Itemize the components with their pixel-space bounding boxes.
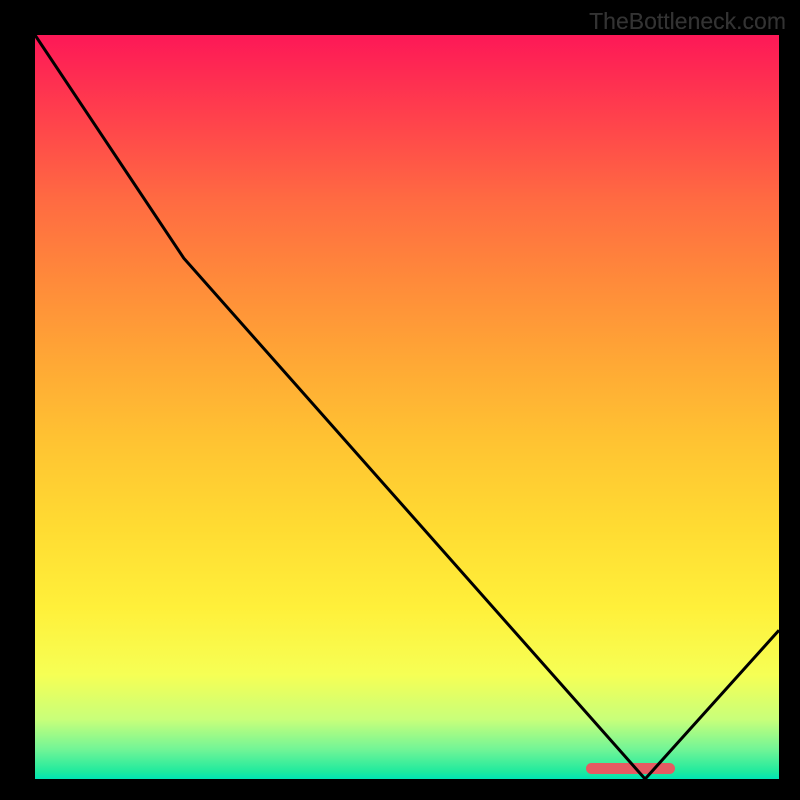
chart-area — [35, 35, 779, 779]
bottleneck-curve — [35, 35, 779, 779]
border-left — [0, 0, 35, 800]
border-right — [779, 0, 800, 800]
border-bottom — [0, 779, 800, 800]
watermark-text-overlay: TheBottleneck.com — [589, 8, 786, 35]
